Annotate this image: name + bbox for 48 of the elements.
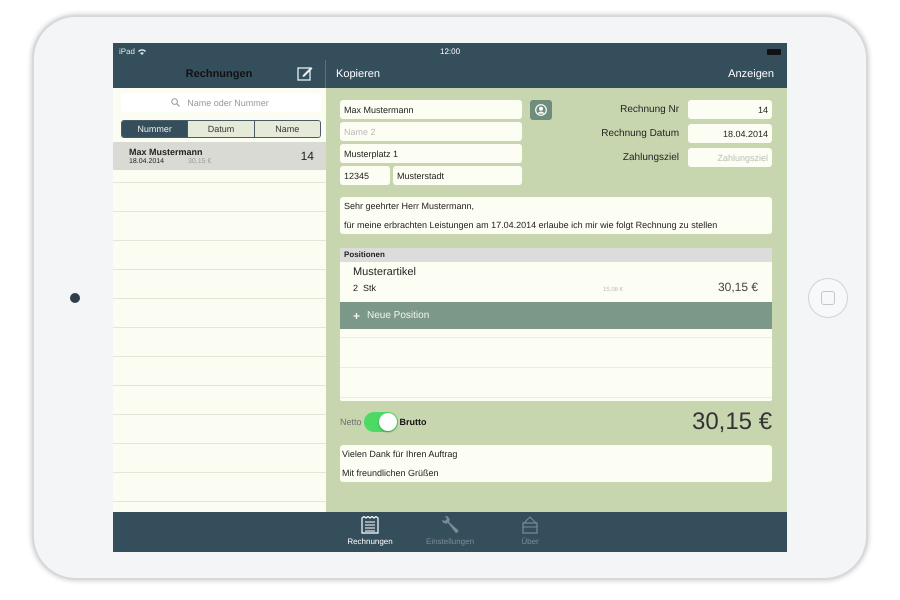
closing-line: Vielen Dank für Ihren Auftrag (342, 449, 458, 459)
street-field[interactable]: Musterplatz 1 (340, 144, 522, 163)
invoice-field[interactable]: 18.04.2014 (688, 124, 772, 143)
invoice-field[interactable]: Zahlungsziel (688, 148, 772, 167)
search-icon (170, 98, 180, 107)
brutto-label: Brutto (400, 417, 426, 427)
netto-label: Netto (340, 417, 362, 427)
field-label: Rechnung Datum (601, 128, 680, 139)
closing-line: Mit freundlichen Grüßen (342, 468, 440, 478)
show-button[interactable]: Anzeigen (728, 68, 774, 80)
compose-icon[interactable] (296, 65, 313, 81)
customer-name: Max Mustermann (128, 147, 204, 157)
invoice-number: 14 (300, 149, 314, 163)
wrench-icon (440, 516, 460, 534)
copy-button[interactable]: Kopieren (336, 68, 380, 80)
city-field[interactable]: Musterstadt (392, 166, 522, 185)
field-label: Rechnung Nr (620, 104, 680, 115)
name-field[interactable]: Max Mustermann (340, 100, 522, 119)
name-2-field[interactable]: Name 2 (340, 122, 522, 141)
person-icon (534, 104, 547, 116)
device-name: iPad (118, 47, 135, 56)
list-title: Rechnungen (186, 68, 252, 80)
battery-icon (767, 48, 782, 54)
sort-tab[interactable]: Datum (187, 121, 254, 137)
quantity: 2 Stk (352, 283, 377, 293)
plus-icon: + (352, 308, 360, 322)
section-header: Positionen (340, 248, 772, 262)
netto-brutto-toggle[interactable] (364, 412, 398, 432)
zip-field[interactable]: 12345 (340, 166, 390, 185)
invoice-field[interactable]: 14 (688, 100, 772, 119)
contact-button[interactable] (530, 100, 552, 120)
field-label: Zahlungsziel (622, 152, 680, 163)
tab-bar-item[interactable]: Rechnungen (340, 516, 400, 552)
camera-icon (70, 292, 80, 302)
total-amount: 30,15 € (692, 408, 772, 436)
receipt-icon (360, 516, 380, 534)
intro-line: Sehr geehrter Herr Mustermann, (344, 201, 476, 211)
intro-text-box[interactable]: Sehr geehrter Herr Mustermann, für meine erbrachten Leistungen am 17.04.2014 erlaube ich mir wie folgt Rechnung zu stellen (340, 197, 772, 234)
box-icon (520, 516, 540, 534)
position-total: 30,15 € (718, 280, 758, 294)
sort-tab[interactable]: Nummer (122, 121, 188, 137)
article-name: Musterartikel (352, 266, 417, 278)
sort-tab[interactable]: Name (254, 121, 320, 137)
closing-text-box[interactable]: Vielen Dank für Ihren Auftrag Mit freundlichen Grüßen (340, 445, 772, 482)
clock-time: 12:00 (440, 47, 460, 56)
search-field[interactable]: Name oder Nummer (120, 93, 321, 112)
wifi-icon (138, 48, 146, 54)
intro-line: für meine erbrachten Leistungen am 17.04.2014 erlaube ich mir wie folgt Rechnung zu stellen (344, 220, 718, 230)
